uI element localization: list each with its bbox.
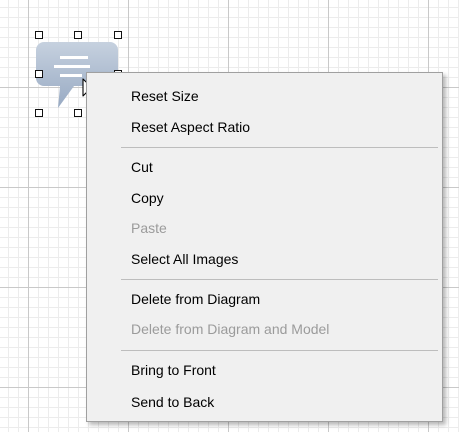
menu-item-paste: Paste: [131, 220, 167, 236]
menu-separator: [121, 279, 438, 280]
menu-separator: [121, 147, 438, 148]
resize-handle-bottom-left[interactable]: [35, 109, 43, 117]
resize-handle-middle-left[interactable]: [35, 70, 43, 78]
context-menu: Reset Size Reset Aspect Ratio Cut Copy P…: [86, 72, 443, 422]
menu-item-select-all-images[interactable]: Select All Images: [131, 246, 238, 272]
menu-item-reset-size[interactable]: Reset Size: [131, 83, 199, 109]
menu-item-bring-to-front[interactable]: Bring to Front: [131, 357, 216, 383]
menu-separator: [121, 350, 438, 351]
menu-item-delete-from-diagram[interactable]: Delete from Diagram: [131, 286, 260, 312]
menu-item-reset-aspect-ratio[interactable]: Reset Aspect Ratio: [131, 114, 250, 140]
resize-handle-top-right[interactable]: [114, 31, 122, 39]
menu-item-delete-from-diagram-and-model: Delete from Diagram and Model: [131, 321, 330, 337]
resize-handle-top-center[interactable]: [74, 31, 82, 39]
menu-item-send-to-back[interactable]: Send to Back: [131, 389, 214, 415]
resize-handle-bottom-center[interactable]: [74, 109, 82, 117]
menu-item-copy[interactable]: Copy: [131, 185, 164, 211]
resize-handle-top-left[interactable]: [35, 31, 43, 39]
menu-item-cut[interactable]: Cut: [131, 154, 153, 180]
